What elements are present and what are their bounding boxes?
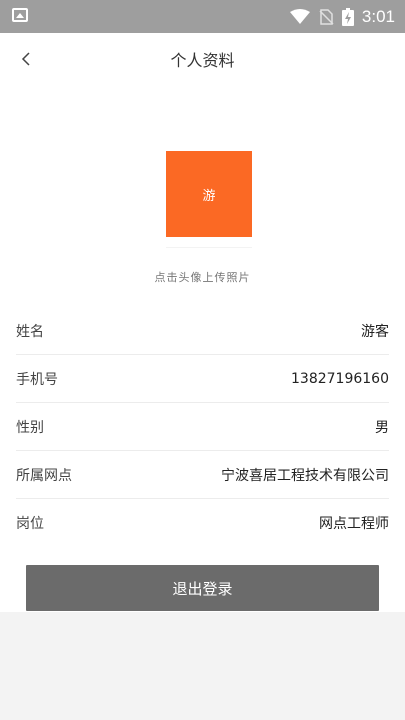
row-value: 游客 — [361, 323, 389, 340]
profile-info-list: 姓名 游客 手机号 13827196160 性别 男 所属网点 宁波喜居工程技术… — [0, 307, 405, 546]
no-sim-icon — [319, 8, 334, 25]
page-title: 个人资料 — [170, 51, 235, 70]
avatar[interactable]: 游 — [166, 151, 252, 237]
status-time: 3:01 — [361, 6, 395, 26]
row-label: 手机号 — [16, 371, 58, 388]
profile-row-phone: 手机号 13827196160 — [16, 355, 389, 403]
row-value: 宁波喜居工程技术有限公司 — [221, 467, 389, 484]
profile-screen: 个人资料 游 点击头像上传照片 姓名 游客 手机号 13827196160 性别… — [0, 33, 405, 612]
divider — [166, 247, 252, 248]
row-value: 网点工程师 — [319, 515, 389, 532]
row-value: 13827196160 — [291, 370, 389, 387]
row-value: 男 — [375, 419, 389, 436]
logout-button[interactable]: 退出登录 — [26, 565, 379, 611]
avatar-text: 游 — [202, 188, 216, 204]
row-label: 性别 — [16, 419, 44, 436]
row-label: 所属网点 — [16, 467, 72, 484]
row-label: 姓名 — [16, 323, 44, 340]
profile-row-gender: 性别 男 — [16, 403, 389, 451]
wifi-icon — [289, 8, 310, 24]
upload-hint: 点击头像上传照片 — [154, 271, 251, 284]
battery-charging-icon — [341, 7, 354, 26]
profile-row-branch: 所属网点 宁波喜居工程技术有限公司 — [16, 451, 389, 499]
nav-bar: 个人资料 — [0, 33, 405, 85]
row-label: 岗位 — [16, 515, 44, 532]
status-bar: 3:01 — [0, 0, 405, 33]
profile-row-name: 姓名 游客 — [16, 307, 389, 355]
status-icons: 3:01 — [289, 0, 395, 33]
image-icon — [12, 8, 28, 22]
profile-row-position: 岗位 网点工程师 — [16, 499, 389, 546]
